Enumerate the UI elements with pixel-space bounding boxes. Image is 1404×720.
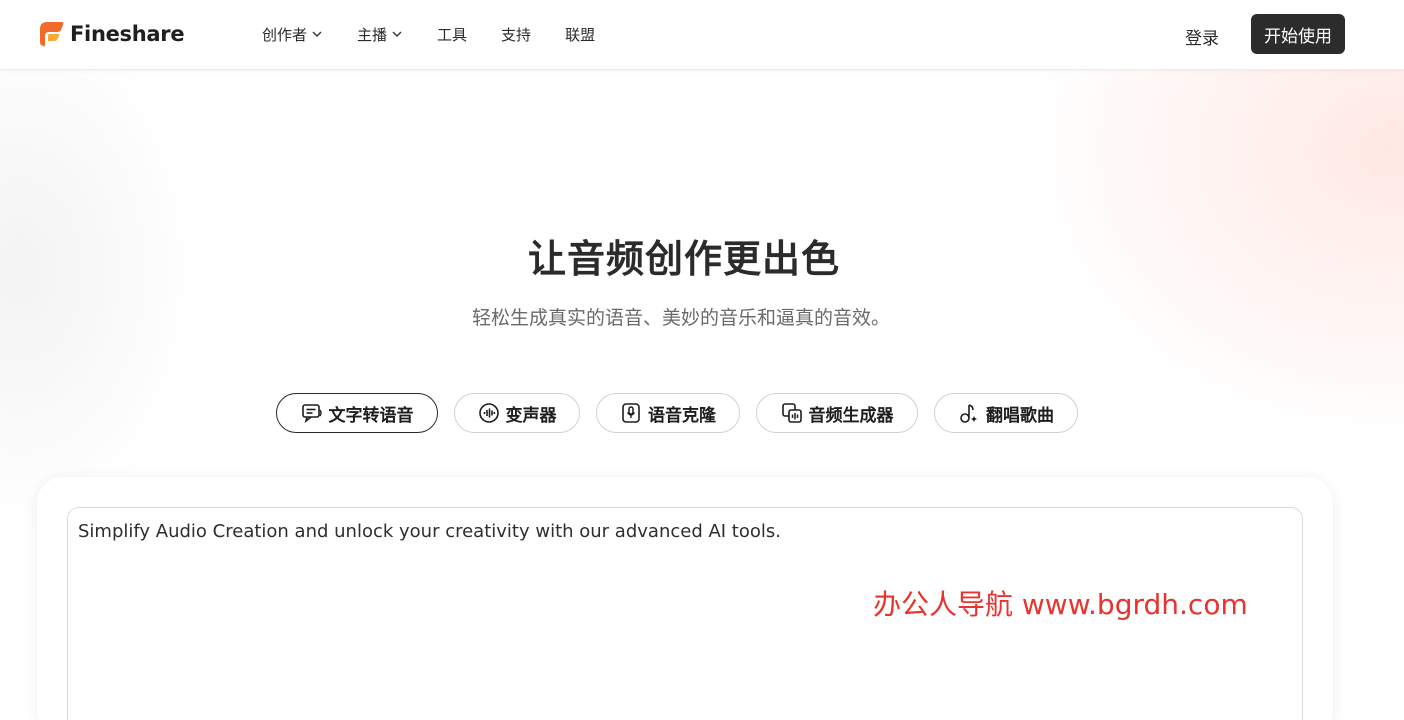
brand-name: Fineshare — [70, 22, 185, 46]
nav-item-label: 创作者 — [262, 25, 308, 44]
nav-item-creators[interactable]: 创作者 — [262, 22, 323, 46]
nav-item-label: 主播 — [357, 25, 388, 44]
nav-item-label: 工具 — [437, 25, 468, 44]
nav-item-label: 联盟 — [565, 25, 596, 44]
tab-cover-song[interactable]: 翻唱歌曲 — [934, 393, 1078, 433]
audio-generator-icon — [781, 403, 802, 423]
login-link[interactable]: 登录 — [1185, 24, 1219, 49]
tab-voice-clone[interactable]: 语音克隆 — [596, 393, 740, 433]
nav-item-support[interactable]: 支持 — [501, 22, 531, 46]
tab-label: 文字转语音 — [328, 405, 414, 426]
get-started-button[interactable]: 开始使用 — [1251, 14, 1345, 54]
tab-label: 变声器 — [505, 405, 557, 426]
text-to-speech-icon — [301, 404, 322, 424]
chevron-down-icon — [392, 31, 402, 37]
waveform-icon — [478, 403, 499, 423]
watermark-text: 办公人导航 www.bgrdh.com — [873, 588, 1248, 621]
main-nav: 创作者 主播 工具 支持 联盟 — [262, 22, 629, 46]
tab-voice-changer[interactable]: 变声器 — [454, 393, 580, 433]
nav-item-affiliate[interactable]: 联盟 — [565, 22, 595, 46]
microphone-icon — [622, 403, 640, 423]
tab-label: 音频生成器 — [808, 405, 894, 426]
hero-title: 让音频创作更出色 — [527, 237, 840, 281]
nav-item-tools[interactable]: 工具 — [437, 22, 467, 46]
tab-label: 语音克隆 — [648, 405, 716, 426]
nav-item-label: 支持 — [501, 25, 532, 44]
top-navbar: Fineshare 创作者 主播 工具 支持 联盟 登录 开始使用 — [0, 0, 1404, 70]
music-note-icon — [960, 404, 977, 423]
brand-logo[interactable]: Fineshare — [36, 18, 185, 50]
chevron-down-icon — [312, 31, 322, 37]
hero-subtitle: 轻松生成真实的语音、美妙的音乐和逼真的音效。 — [471, 307, 890, 329]
nav-item-streamers[interactable]: 主播 — [357, 22, 403, 46]
tab-text-to-speech[interactable]: 文字转语音 — [276, 393, 438, 433]
tab-label: 翻唱歌曲 — [986, 405, 1054, 426]
fineshare-logo-icon — [40, 22, 64, 47]
tab-audio-generator[interactable]: 音频生成器 — [756, 393, 918, 433]
